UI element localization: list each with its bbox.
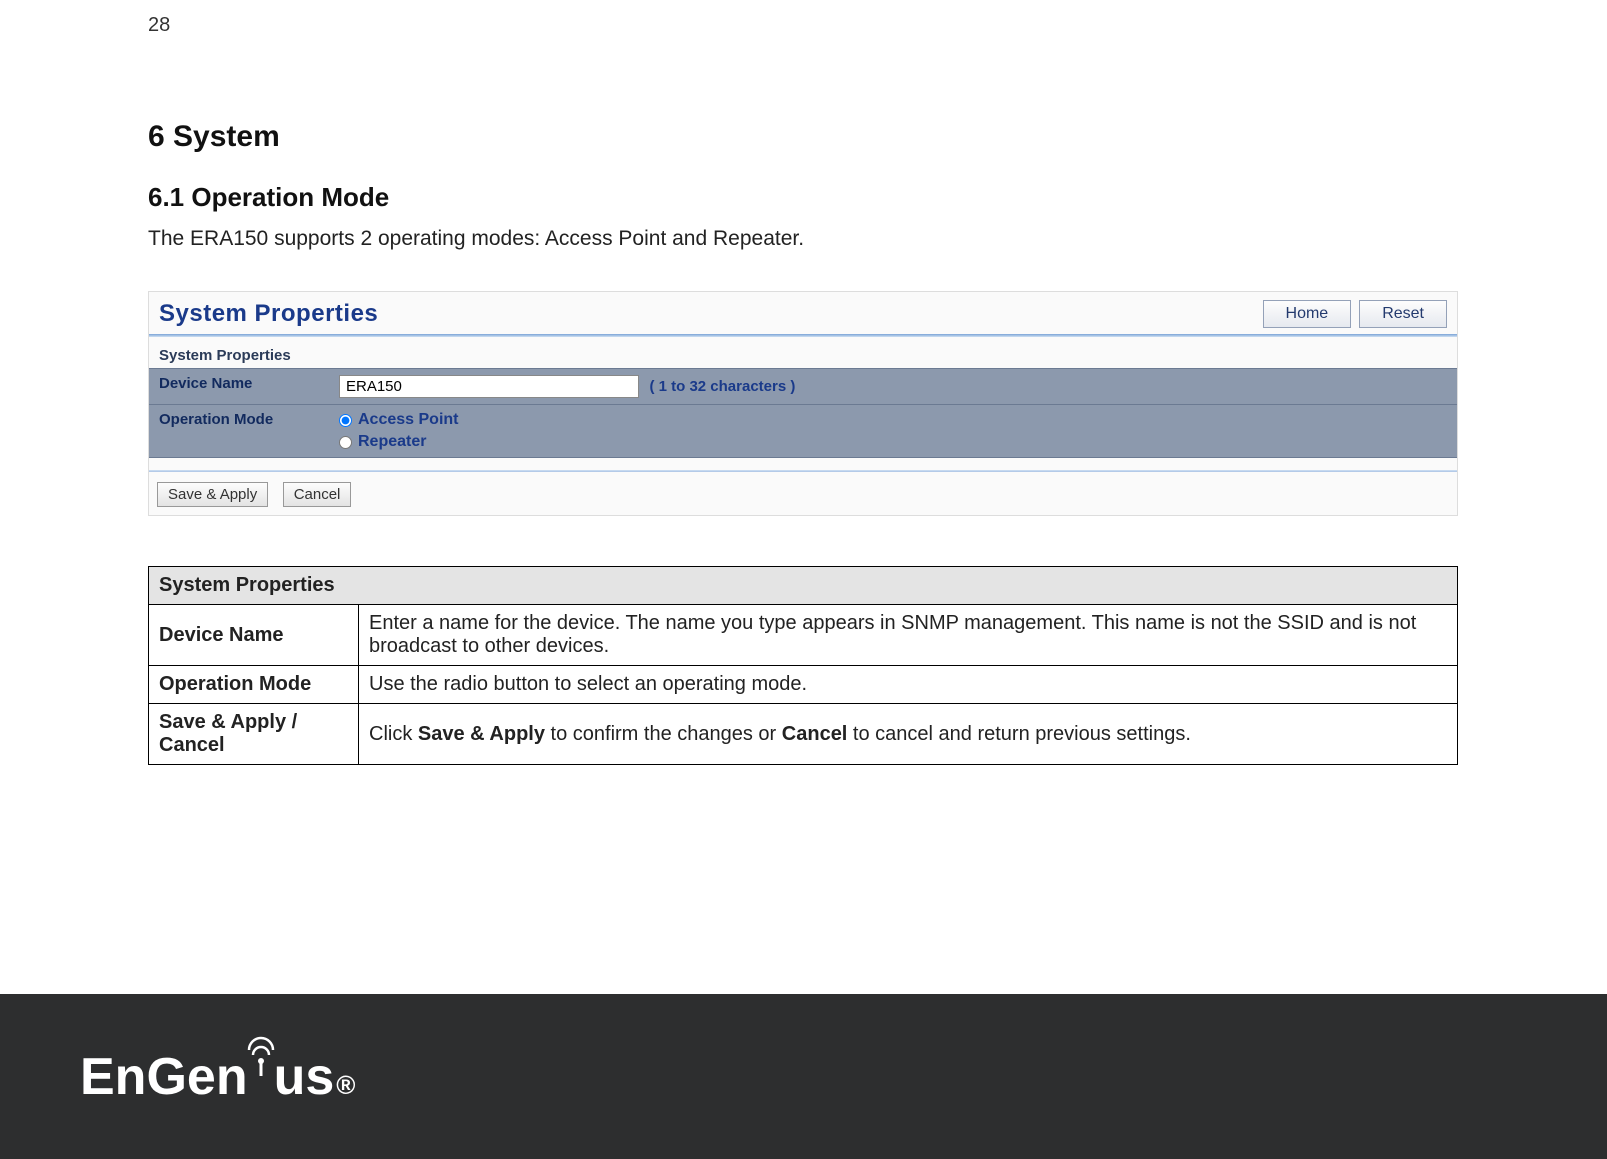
bold-fragment: Cancel [782,723,848,745]
panel-title: System Properties [159,300,378,328]
row-device-name-label: Device Name [149,605,359,666]
brand-logo: EnGen us ® [80,1047,355,1107]
row-save-cancel-label: Save & Apply / Cancel [149,704,359,765]
heading-subsection: 6.1 Operation Mode [148,182,1458,213]
row-device-name-text: Enter a name for the device. The name yo… [359,605,1458,666]
row-operation-mode-label: Operation Mode [149,666,359,704]
radio-access-point-input[interactable] [339,414,352,427]
page-footer: EnGen us ® [0,994,1607,1159]
radio-repeater-input[interactable] [339,436,352,449]
registered-icon: ® [336,1070,355,1101]
home-button[interactable]: Home [1263,300,1352,328]
table-row: Save & Apply / Cancel Click Save & Apply… [149,704,1458,765]
cancel-button[interactable]: Cancel [283,482,352,507]
section-label: System Properties [149,343,1457,368]
radio-access-point-label: Access Point [358,411,458,429]
brand-text-post: us [274,1047,335,1107]
row-operation-mode-text: Use the radio button to select an operat… [359,666,1458,704]
text-fragment: to confirm the changes or [545,723,782,745]
intro-paragraph: The ERA150 supports 2 operating modes: A… [148,227,1458,251]
page-content: 6 System 6.1 Operation Mode The ERA150 s… [148,120,1458,765]
radio-repeater[interactable]: Repeater [339,433,1447,451]
text-fragment: Click [369,723,418,745]
row-save-cancel-text: Click Save & Apply to confirm the change… [359,704,1458,765]
table-row: Device Name Enter a name for the device.… [149,605,1458,666]
operation-mode-label: Operation Mode [149,405,329,458]
save-apply-button[interactable]: Save & Apply [157,482,268,507]
page-number: 28 [148,14,170,37]
device-name-hint: ( 1 to 32 characters ) [643,378,795,395]
wifi-icon [246,1029,276,1089]
table-row: Operation Mode Use the radio button to s… [149,666,1458,704]
radio-repeater-label: Repeater [358,433,426,451]
description-table-header: System Properties [149,567,1458,605]
description-table: System Properties Device Name Enter a na… [148,566,1458,765]
system-properties-screenshot: System Properties Home Reset System Prop… [148,291,1458,516]
heading-section: 6 System [148,120,1458,154]
device-name-label: Device Name [149,369,329,405]
device-name-input[interactable] [339,375,639,398]
text-fragment: to cancel and return previous settings. [847,723,1191,745]
radio-access-point[interactable]: Access Point [339,411,1447,429]
brand-text-pre: EnGen [80,1047,248,1107]
bold-fragment: Save & Apply [418,723,545,745]
reset-button[interactable]: Reset [1359,300,1447,328]
